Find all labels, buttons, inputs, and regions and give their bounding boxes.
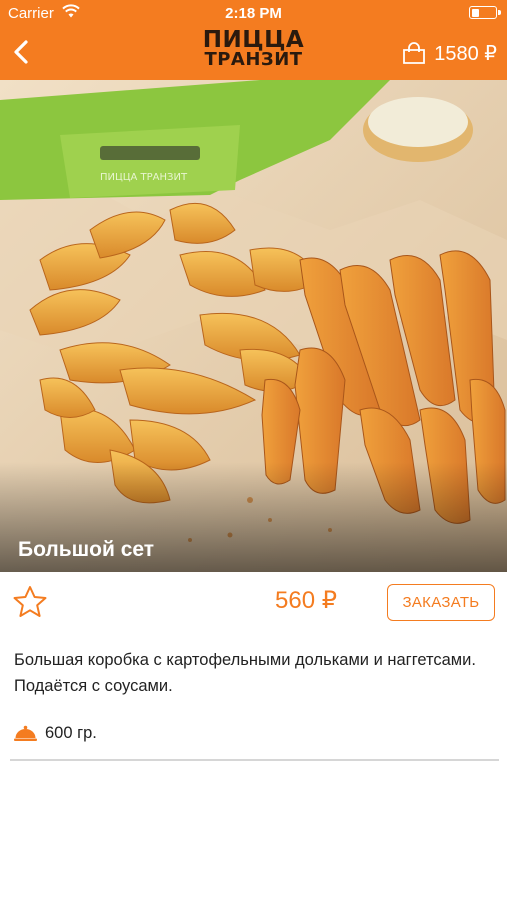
product-description: Большая коробка с картофельными дольками… [14, 651, 476, 695]
battery-level [471, 8, 480, 17]
product-weight: 600 гр. [14, 722, 97, 744]
nav-bar: ПИЦЦА ТРАНЗИТ 1580 ₽ [0, 28, 507, 80]
product-actions: 560 ₽ ЗАКАЗАТЬ [0, 572, 507, 634]
cart-total: 1580 ₽ [434, 42, 497, 65]
svg-text:ПИЦЦА ТРАНЗИТ: ПИЦЦА ТРАНЗИТ [100, 172, 188, 183]
product-title: Большой сет [18, 538, 155, 561]
food-dome-icon [14, 725, 37, 741]
divider [10, 759, 499, 761]
cart-button[interactable]: 1580 ₽ [402, 40, 497, 66]
product-image: ПИЦЦА ТРАНЗИТ Большой сет [0, 80, 507, 572]
shopping-bag-icon [403, 42, 426, 64]
order-button[interactable]: ЗАКАЗАТЬ [387, 584, 495, 621]
battery-icon [469, 6, 501, 19]
star-outline-icon[interactable] [12, 584, 48, 620]
header-bar: Carrier 2:18 PM ПИЦЦА ТРАНЗИТ 1580 ₽ [0, 0, 507, 80]
product-price: 560 ₽ [275, 587, 337, 614]
status-bar: Carrier 2:18 PM [0, 0, 507, 28]
status-time: 2:18 PM [225, 5, 282, 22]
weight-value: 600 гр. [45, 723, 97, 742]
